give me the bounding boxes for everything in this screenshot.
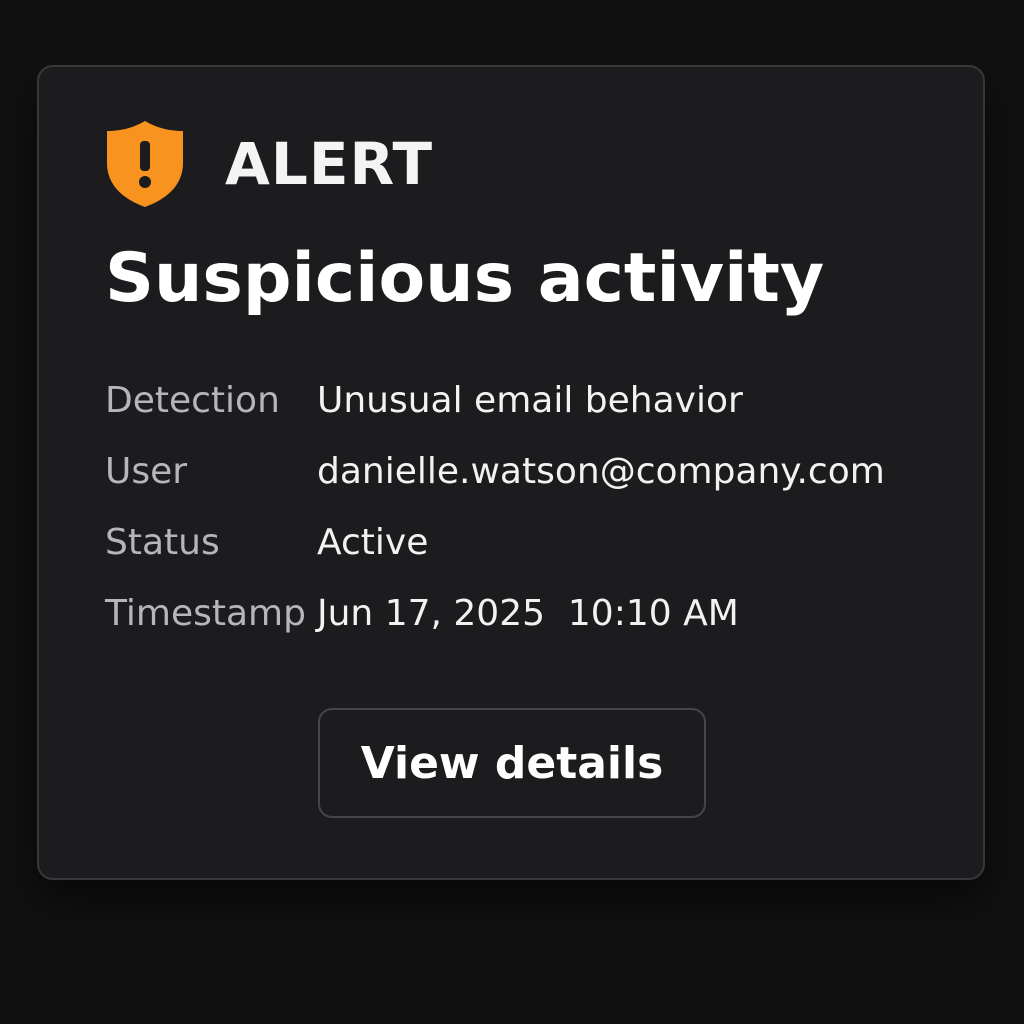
detection-label: Detection xyxy=(105,380,280,421)
timestamp-value: Jun 17, 2025 10:10 AM xyxy=(317,593,739,634)
status-value: Active xyxy=(317,522,429,563)
alert-header: ALERT xyxy=(105,119,433,209)
status-label: Status xyxy=(105,522,220,563)
detection-value: Unusual email behavior xyxy=(317,380,743,421)
view-details-button[interactable]: View details xyxy=(318,708,706,818)
alert-label: ALERT xyxy=(225,130,434,198)
timestamp-label: Timestamp xyxy=(105,593,306,634)
alert-title: Suspicious activity xyxy=(105,239,825,318)
user-value: danielle.watson@company.com xyxy=(317,451,885,492)
user-label: User xyxy=(105,451,188,492)
shield-warning-icon xyxy=(107,121,183,207)
alert-card: ALERT Suspicious activity Detection Unus… xyxy=(37,65,985,880)
